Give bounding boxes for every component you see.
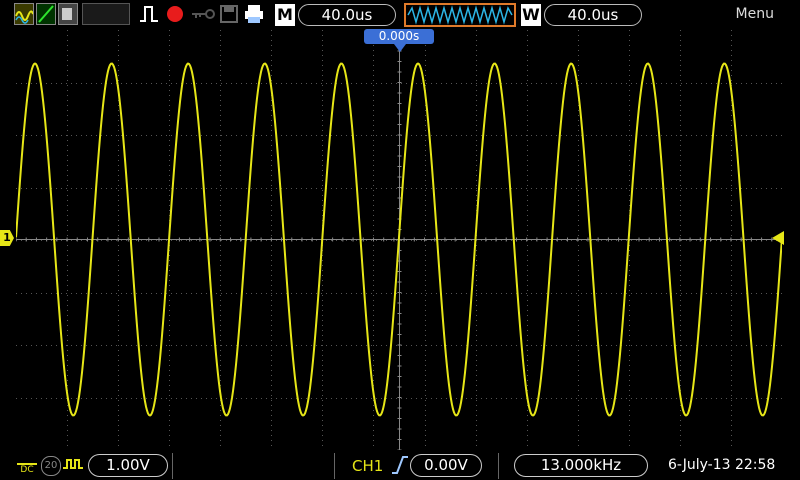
waveform-display (16, 30, 782, 450)
divider (498, 453, 499, 479)
timebase-readout[interactable]: 40.0us (298, 4, 396, 26)
printer-icon[interactable] (242, 3, 266, 25)
divider (172, 453, 173, 479)
coupling-indicator: DC (17, 454, 37, 476)
blank-indicator-box (82, 3, 130, 25)
single-shot-icon[interactable] (58, 3, 78, 25)
invert-wave-icon (62, 454, 84, 480)
divider (334, 453, 335, 479)
key-icon (190, 3, 216, 25)
window-timebase-letter: W (521, 4, 541, 26)
trigger-source-label: CH1 (352, 457, 384, 475)
record-dot-icon[interactable] (164, 3, 186, 25)
datetime-label: 6-July-13 22:58 (668, 457, 776, 473)
bandwidth-limit-icon: 20 (41, 456, 61, 476)
rising-edge-icon (391, 454, 409, 480)
ch1-wave-icon[interactable] (14, 3, 34, 25)
menu-button[interactable]: Menu (736, 6, 774, 22)
save-disk-icon[interactable] (218, 3, 240, 25)
trigger-position-marker[interactable]: 0.000s (364, 29, 434, 44)
ch1-ground-marker[interactable]: 1 (0, 230, 14, 246)
trigger-position-arrow-icon (394, 44, 406, 52)
trigger-pulse-icon (138, 3, 162, 25)
frequency-readout: 13.000kHz (514, 454, 648, 477)
trigger-level-readout[interactable]: 0.00V (410, 454, 482, 477)
bottom-status-bar: DC 20 1.00V CH1 0.00V 13.000kHz 6-July-1… (0, 451, 800, 480)
trigger-level-arrow-icon[interactable] (772, 231, 784, 245)
main-timebase-letter: M (275, 4, 295, 26)
memory-window-bar[interactable] (404, 3, 516, 27)
ramp-icon[interactable] (36, 3, 56, 25)
window-timebase-readout[interactable]: 40.0us (544, 4, 642, 26)
top-status-bar: M 40.0us W 40.0us Menu (0, 0, 800, 30)
ch1-scale-readout[interactable]: 1.00V (88, 454, 168, 477)
